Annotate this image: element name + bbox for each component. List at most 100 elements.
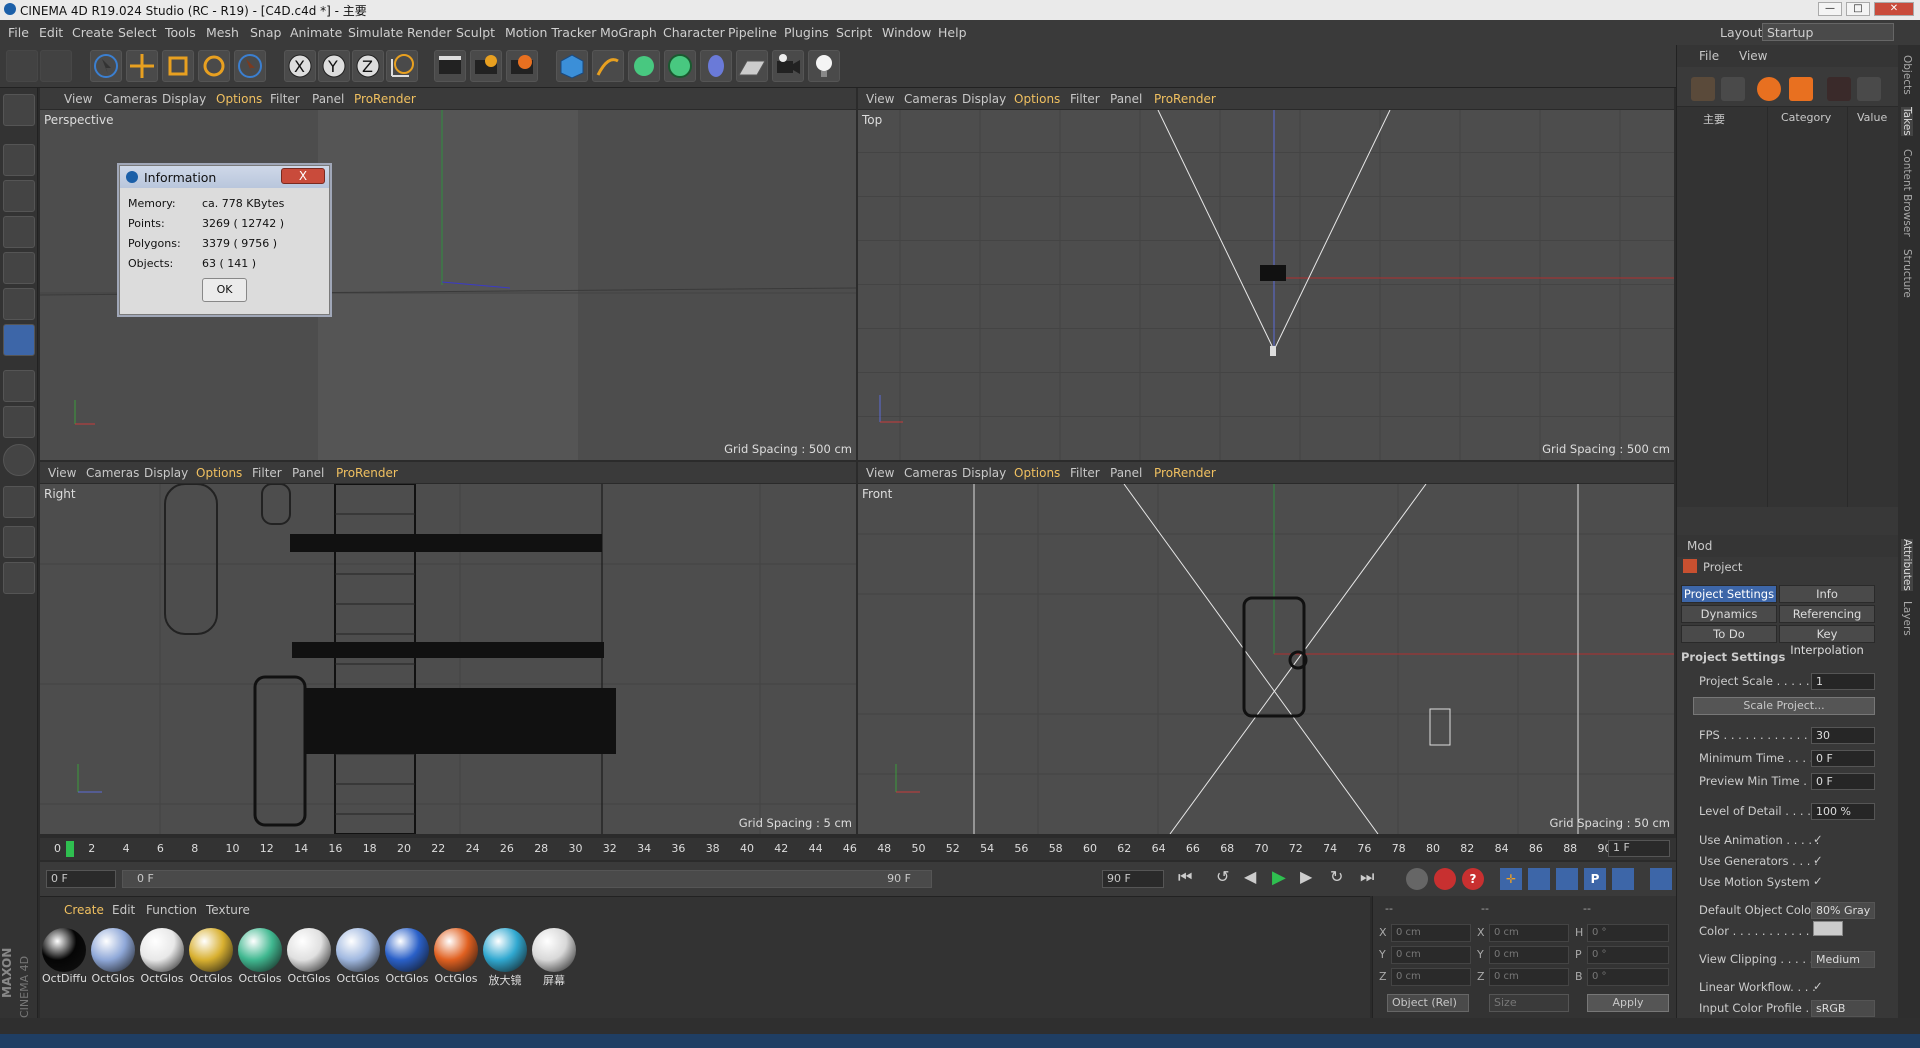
model-mode-icon[interactable] bbox=[3, 144, 35, 176]
workplane-icon[interactable] bbox=[3, 216, 35, 248]
texture-mode-icon[interactable] bbox=[3, 180, 35, 212]
vp-menu-options[interactable]: Options bbox=[1014, 92, 1060, 106]
side-tab-layers[interactable]: Layers bbox=[1901, 601, 1913, 636]
preview-min-time-field[interactable]: 0 F bbox=[1811, 773, 1875, 790]
menu-render[interactable]: Render bbox=[407, 25, 452, 40]
color-swatch[interactable] bbox=[1813, 921, 1843, 936]
menu-mesh[interactable]: Mesh bbox=[206, 25, 239, 40]
apply-button[interactable]: Apply bbox=[1587, 994, 1669, 1012]
record-keys-icon[interactable] bbox=[1406, 868, 1428, 890]
vp-menu-display[interactable]: Display bbox=[962, 92, 1006, 106]
mat-menu-edit[interactable]: Edit bbox=[112, 903, 135, 917]
use-motion-system-checkbox[interactable]: ✓ bbox=[1813, 874, 1823, 888]
tweak-mode-icon[interactable] bbox=[3, 406, 35, 438]
menu-character[interactable]: Character bbox=[663, 25, 725, 40]
vp-menu-prorender[interactable]: ProRender bbox=[354, 92, 416, 106]
next-key-icon[interactable]: ↻ bbox=[1330, 867, 1354, 891]
input-color-profile-dropdown[interactable]: sRGB bbox=[1811, 1000, 1875, 1017]
menu-mograph[interactable]: MoGraph bbox=[600, 25, 657, 40]
scale-icon[interactable] bbox=[162, 50, 194, 82]
side-tab-attributes[interactable]: Attributes bbox=[1901, 539, 1913, 591]
cube-icon[interactable] bbox=[556, 50, 588, 82]
key-parameter-icon[interactable]: P bbox=[1584, 868, 1606, 890]
fps-field[interactable]: 30 bbox=[1811, 727, 1875, 744]
vp-menu-cameras[interactable]: Cameras bbox=[904, 92, 957, 106]
autokey-icon[interactable] bbox=[1434, 868, 1456, 890]
tab-key-interpolation[interactable]: Key Interpolation bbox=[1779, 625, 1875, 657]
render-settings-icon[interactable] bbox=[506, 50, 538, 82]
vp-menu-prorender[interactable]: ProRender bbox=[1154, 466, 1216, 480]
vp-menu-panel[interactable]: Panel bbox=[312, 92, 344, 106]
material-ball[interactable] bbox=[140, 928, 184, 972]
menu-motion-tracker[interactable]: Motion Tracker bbox=[505, 25, 596, 40]
minimize-button[interactable]: — bbox=[1818, 2, 1842, 16]
side-tab-objects[interactable]: Objects bbox=[1901, 55, 1913, 95]
end-frame-field[interactable]: 90 F bbox=[1102, 870, 1164, 888]
move-icon[interactable] bbox=[126, 50, 158, 82]
side-tab-content-browser[interactable]: Content Browser bbox=[1901, 149, 1913, 237]
menu-tools[interactable]: Tools bbox=[165, 25, 196, 40]
snap-icon[interactable] bbox=[3, 486, 35, 518]
play-icon[interactable]: ▶ bbox=[1272, 867, 1296, 891]
menu-pipeline[interactable]: Pipeline bbox=[728, 25, 777, 40]
vp-menu-view[interactable]: View bbox=[866, 92, 894, 106]
add-object-icon[interactable] bbox=[1691, 77, 1715, 101]
vp-menu-panel[interactable]: Panel bbox=[292, 466, 324, 480]
vp-menu-options[interactable]: Options bbox=[196, 466, 242, 480]
light-icon[interactable] bbox=[808, 50, 840, 82]
vp-menu-display[interactable]: Display bbox=[962, 466, 1006, 480]
vp-menu-prorender[interactable]: ProRender bbox=[336, 466, 398, 480]
workplane-lock-icon[interactable] bbox=[3, 526, 35, 558]
menu-script[interactable]: Script bbox=[836, 25, 872, 40]
material-ball[interactable] bbox=[483, 928, 527, 972]
take-icon[interactable] bbox=[1757, 77, 1781, 101]
tab-referencing[interactable]: Referencing bbox=[1779, 605, 1875, 623]
tab-to-do[interactable]: To Do bbox=[1681, 625, 1777, 643]
side-tab-structure[interactable]: Structure bbox=[1901, 249, 1913, 298]
material-ball[interactable] bbox=[532, 928, 576, 972]
render-picture-viewer-icon[interactable] bbox=[470, 50, 502, 82]
vp-menu-prorender[interactable]: ProRender bbox=[1154, 92, 1216, 106]
go-to-end-icon[interactable]: ⏭ bbox=[1360, 867, 1384, 891]
minimum-time-field[interactable]: 0 F bbox=[1811, 750, 1875, 767]
cloner-icon[interactable] bbox=[664, 50, 696, 82]
floor-icon[interactable] bbox=[736, 50, 768, 82]
vp-menu-filter[interactable]: Filter bbox=[270, 92, 300, 106]
vp-menu-filter[interactable]: Filter bbox=[1070, 466, 1100, 480]
live-selection-icon[interactable] bbox=[90, 50, 122, 82]
deformer-icon[interactable] bbox=[700, 50, 732, 82]
maximize-button[interactable]: □ bbox=[1846, 2, 1870, 16]
position-y-field[interactable]: 0 cm bbox=[1391, 946, 1471, 964]
menu-simulate[interactable]: Simulate bbox=[348, 25, 403, 40]
size-x-field[interactable]: 0 cm bbox=[1489, 924, 1569, 942]
material-ball[interactable] bbox=[434, 928, 478, 972]
material-ball[interactable] bbox=[287, 928, 331, 972]
override-icon[interactable] bbox=[1789, 77, 1813, 101]
menu-animate[interactable]: Animate bbox=[290, 25, 342, 40]
render-take-icon[interactable] bbox=[1827, 77, 1851, 101]
playhead[interactable] bbox=[66, 841, 74, 857]
current-frame-field[interactable]: 1 F bbox=[1608, 840, 1670, 857]
timeline-window-icon[interactable] bbox=[1650, 868, 1672, 890]
dialog-close-button[interactable]: X bbox=[281, 168, 325, 184]
next-frame-icon[interactable]: ▶ bbox=[1300, 867, 1324, 891]
vp-menu-cameras[interactable]: Cameras bbox=[904, 466, 957, 480]
mat-menu-texture[interactable]: Texture bbox=[206, 903, 250, 917]
key-rotation-icon[interactable] bbox=[1556, 868, 1578, 890]
rotation-h-field[interactable]: 0 ° bbox=[1587, 924, 1669, 942]
linear-workflow-checkbox[interactable]: ✓ bbox=[1813, 979, 1823, 993]
material-ball[interactable] bbox=[42, 928, 86, 972]
use-animation-checkbox[interactable]: ✓ bbox=[1813, 832, 1823, 846]
key-scale-icon[interactable] bbox=[1528, 868, 1550, 890]
solo-icon[interactable] bbox=[3, 444, 35, 476]
close-button[interactable]: ✕ bbox=[1874, 2, 1914, 16]
viewport-top[interactable]: Top Grid Spacing : 500 cm bbox=[858, 110, 1674, 460]
key-pla-icon[interactable] bbox=[1612, 868, 1634, 890]
z-axis-icon[interactable]: Z bbox=[352, 50, 384, 82]
edges-mode-icon[interactable] bbox=[3, 288, 35, 320]
material-ball[interactable] bbox=[189, 928, 233, 972]
y-axis-icon[interactable]: Y bbox=[318, 50, 350, 82]
size-y-field[interactable]: 0 cm bbox=[1489, 946, 1569, 964]
level-of-detail-field[interactable]: 100 % bbox=[1811, 803, 1875, 820]
x-axis-icon[interactable]: X bbox=[284, 50, 316, 82]
